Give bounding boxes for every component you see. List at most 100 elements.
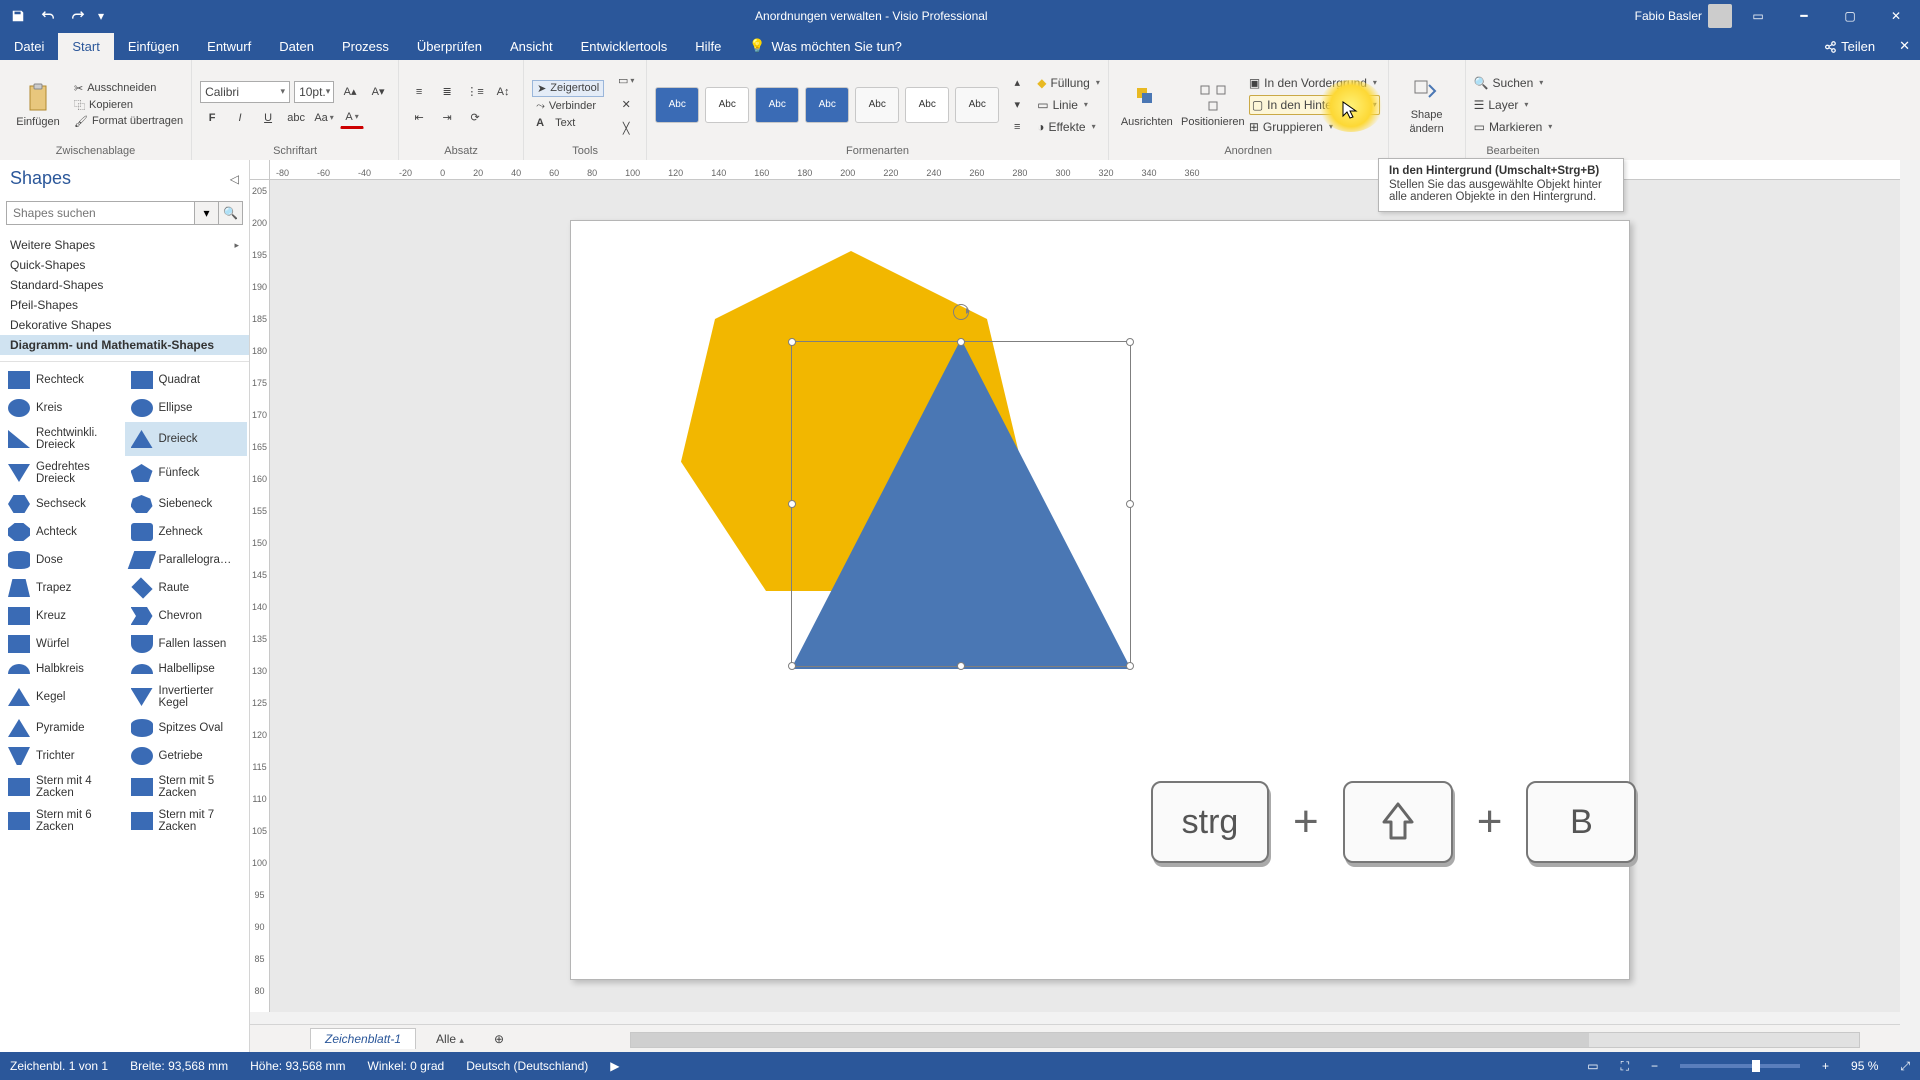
style-gallery-down[interactable]: ▾ xyxy=(1005,94,1029,116)
shape-item-kreuz[interactable]: Kreuz xyxy=(2,602,125,630)
shape-item-rechteck[interactable]: Rechteck xyxy=(2,366,125,394)
find-button[interactable]: 🔍Suchen▾ xyxy=(1474,73,1553,93)
shape-item-dreieck[interactable]: Dreieck xyxy=(125,422,248,456)
case-button[interactable]: Aa▾ xyxy=(312,107,336,129)
shape-item-rechtwinkli-dreieck[interactable]: Rechtwinkli. Dreieck xyxy=(2,422,125,456)
tab-process[interactable]: Prozess xyxy=(328,33,403,60)
selection-handle-w[interactable] xyxy=(788,500,796,508)
delete-tool-button[interactable]: ✕ xyxy=(614,94,638,116)
macro-record-icon[interactable]: ▶ xyxy=(610,1059,619,1073)
stencil-more-shapes[interactable]: Weitere Shapes▸ xyxy=(0,235,249,255)
shape-item-ellipse[interactable]: Ellipse xyxy=(125,394,248,422)
shape-item-trichter[interactable]: Trichter xyxy=(2,742,125,770)
align-h-button[interactable]: ≡ xyxy=(407,81,431,103)
page-tab-all[interactable]: Alle ▴ xyxy=(426,1029,474,1049)
share-button[interactable]: Teilen xyxy=(1809,33,1889,60)
shape-style-7[interactable]: Abc xyxy=(955,87,999,123)
tell-me[interactable]: 💡 Was möchten Sie tun? xyxy=(735,32,916,60)
tab-insert[interactable]: Einfügen xyxy=(114,33,193,60)
undo-button[interactable] xyxy=(34,3,62,29)
rotation-handle[interactable] xyxy=(953,304,969,320)
page-tab-1[interactable]: Zeichenblatt-1 xyxy=(310,1028,416,1049)
shape-item-stern-mit-6-zacken[interactable]: Stern mit 6 Zacken xyxy=(2,804,125,838)
style-gallery-more[interactable]: ≡ xyxy=(1005,116,1029,138)
shape-item-w-rfel[interactable]: Würfel xyxy=(2,630,125,658)
font-color-button[interactable]: A▾ xyxy=(340,107,364,129)
selection-handle-n[interactable] xyxy=(957,338,965,346)
ribbon-display-options[interactable]: ▭ xyxy=(1738,3,1778,29)
pointer-tool-button[interactable]: ➤Zeigertool xyxy=(532,80,604,97)
strikethrough-button[interactable]: abc xyxy=(284,107,308,129)
position-button[interactable]: Positionieren xyxy=(1183,71,1243,139)
shape-item-invertierter-kegel[interactable]: Invertierter Kegel xyxy=(125,680,248,714)
zoom-out-button[interactable]: − xyxy=(1651,1059,1658,1073)
effects-button[interactable]: ◑Effekte▾ xyxy=(1037,117,1100,137)
grow-font-button[interactable]: A▴ xyxy=(338,81,362,103)
selection-handle-s[interactable] xyxy=(957,662,965,670)
shape-item-raute[interactable]: Raute xyxy=(125,574,248,602)
shape-item-spitzes-oval[interactable]: Spitzes Oval xyxy=(125,714,248,742)
drawing-page[interactable]: strg + + B xyxy=(570,220,1630,980)
user-avatar[interactable] xyxy=(1708,4,1732,28)
italic-button[interactable]: I xyxy=(228,107,252,129)
stencil-arrow[interactable]: Pfeil-Shapes xyxy=(0,295,249,315)
fill-button[interactable]: ◆Füllung▾ xyxy=(1037,73,1100,93)
shape-item-halbkreis[interactable]: Halbkreis xyxy=(2,658,125,680)
tab-data[interactable]: Daten xyxy=(265,33,328,60)
status-language[interactable]: Deutsch (Deutschland) xyxy=(466,1059,588,1073)
selection-handle-ne[interactable] xyxy=(1126,338,1134,346)
shape-style-2[interactable]: Abc xyxy=(705,87,749,123)
shape-item-parallelogra-[interactable]: Parallelogra… xyxy=(125,546,248,574)
font-name-combo[interactable]: Calibri▾ xyxy=(200,81,290,103)
shapes-search-dropdown[interactable]: ▾ xyxy=(195,201,219,225)
shape-style-4[interactable]: Abc xyxy=(805,87,849,123)
shapes-search-input[interactable] xyxy=(6,201,195,225)
tab-developer[interactable]: Entwicklertools xyxy=(567,33,682,60)
rectangle-tool-button[interactable]: ▭▾ xyxy=(614,70,638,92)
shape-item-sechseck[interactable]: Sechseck xyxy=(2,490,125,518)
close-button[interactable]: ✕ xyxy=(1876,3,1916,29)
format-painter-button[interactable]: 🖌Format übertragen xyxy=(74,115,183,128)
selection-handle-e[interactable] xyxy=(1126,500,1134,508)
shape-item-fallen-lassen[interactable]: Fallen lassen xyxy=(125,630,248,658)
shape-item-zehneck[interactable]: Zehneck xyxy=(125,518,248,546)
stencil-decorative[interactable]: Dekorative Shapes xyxy=(0,315,249,335)
connection-point-tool-button[interactable]: ╳ xyxy=(614,118,638,140)
shape-item-getriebe[interactable]: Getriebe xyxy=(125,742,248,770)
close-document-button[interactable]: ✕ xyxy=(1889,32,1920,60)
align-button[interactable]: Ausrichten xyxy=(1117,71,1177,139)
text-tool-button[interactable]: A Text xyxy=(532,116,604,130)
shape-item-stern-mit-4-zacken[interactable]: Stern mit 4 Zacken xyxy=(2,770,125,804)
stencil-standard[interactable]: Standard-Shapes xyxy=(0,275,249,295)
shape-item-kreis[interactable]: Kreis xyxy=(2,394,125,422)
bring-to-front-button[interactable]: ▣In den Vordergrund▾ xyxy=(1249,73,1380,93)
shape-item-pyramide[interactable]: Pyramide xyxy=(2,714,125,742)
shape-item-halbellipse[interactable]: Halbellipse xyxy=(125,658,248,680)
layer-button[interactable]: ☰Layer▾ xyxy=(1474,95,1553,115)
shape-item-quadrat[interactable]: Quadrat xyxy=(125,366,248,394)
maximize-button[interactable]: ▢ xyxy=(1830,3,1870,29)
paste-button[interactable]: Einfügen xyxy=(8,71,68,139)
stencil-diagram-math[interactable]: Diagramm- und Mathematik-Shapes xyxy=(0,335,249,355)
align-v-button[interactable]: ≣ xyxy=(435,81,459,103)
qat-customize[interactable]: ▾ xyxy=(94,3,108,29)
selection-handle-sw[interactable] xyxy=(788,662,796,670)
page-width-button[interactable]: ⛶ xyxy=(1621,1059,1629,1074)
user-name[interactable]: Fabio Basler xyxy=(1635,9,1702,23)
shape-item-stern-mit-5-zacken[interactable]: Stern mit 5 Zacken xyxy=(125,770,248,804)
save-button[interactable] xyxy=(4,3,32,29)
indent-right-button[interactable]: ⇥ xyxy=(435,107,459,129)
connector-tool-button[interactable]: ⤳Verbinder xyxy=(532,99,604,114)
style-gallery-up[interactable]: ▴ xyxy=(1005,72,1029,94)
change-shape-button[interactable]: Shape ändern xyxy=(1397,71,1457,139)
horizontal-scrollbar[interactable] xyxy=(630,1032,1860,1048)
bullets-button[interactable]: ⋮≡ xyxy=(463,81,487,103)
shapes-search-button[interactable]: 🔍 xyxy=(219,201,243,225)
underline-button[interactable]: U xyxy=(256,107,280,129)
shape-style-6[interactable]: Abc xyxy=(905,87,949,123)
zoom-in-button[interactable]: + xyxy=(1822,1059,1829,1073)
shape-style-3[interactable]: Abc xyxy=(755,87,799,123)
redo-button[interactable] xyxy=(64,3,92,29)
tab-view[interactable]: Ansicht xyxy=(496,33,567,60)
tab-help[interactable]: Hilfe xyxy=(681,33,735,60)
